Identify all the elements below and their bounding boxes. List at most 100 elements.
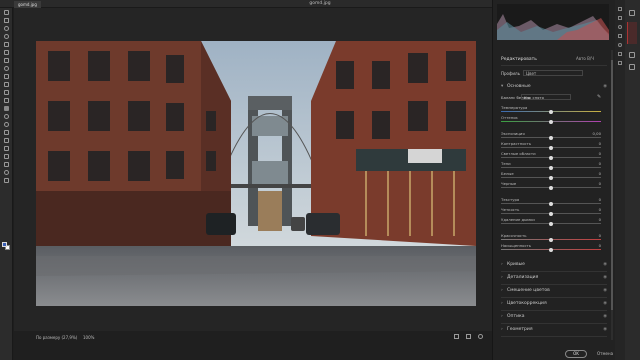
slider-row[interactable]: Красочность 0 bbox=[501, 233, 601, 243]
visibility-icon[interactable]: ◉ bbox=[603, 261, 607, 269]
layer-thumbnail[interactable] bbox=[627, 22, 637, 44]
ok-button[interactable]: OK bbox=[565, 350, 587, 358]
eyedropper-icon[interactable] bbox=[0, 56, 13, 64]
white-balance-select[interactable]: Как снято bbox=[521, 94, 571, 100]
blur-icon[interactable] bbox=[0, 112, 13, 120]
zoom-icon[interactable] bbox=[0, 168, 13, 176]
red-eye-icon[interactable] bbox=[615, 40, 625, 49]
slider-thumb[interactable] bbox=[549, 221, 553, 226]
lasso-icon[interactable] bbox=[0, 24, 13, 32]
type-icon[interactable] bbox=[0, 136, 13, 144]
slider-row[interactable]: Четкость 0 bbox=[501, 207, 601, 217]
foreground-color-swatch[interactable] bbox=[2, 242, 7, 247]
shape-icon[interactable] bbox=[0, 152, 13, 160]
slider-value[interactable]: 0 bbox=[599, 243, 601, 248]
visibility-icon[interactable]: ◉ bbox=[603, 83, 607, 91]
eyedropper-icon[interactable]: ✎ bbox=[597, 94, 601, 100]
gradient-icon[interactable] bbox=[0, 104, 13, 112]
marquee-icon[interactable] bbox=[0, 16, 13, 24]
before-after-icon[interactable] bbox=[466, 334, 471, 339]
mask-icon[interactable] bbox=[615, 31, 625, 40]
visibility-icon[interactable]: ◉ bbox=[603, 313, 607, 321]
slider-row[interactable]: Светлые области 0 bbox=[501, 151, 601, 161]
slider-thumb[interactable] bbox=[549, 119, 553, 124]
slider-thumb[interactable] bbox=[549, 185, 553, 190]
slider-row[interactable]: Белые 0 bbox=[501, 171, 601, 181]
quick-select-icon[interactable] bbox=[0, 32, 13, 40]
section-label: Цветокоррекция bbox=[507, 301, 547, 306]
edit-icon[interactable] bbox=[615, 4, 625, 13]
slider-row[interactable]: Контрастность 0 bbox=[501, 141, 601, 151]
frame-icon[interactable] bbox=[0, 48, 13, 56]
scrollbar-thumb[interactable] bbox=[611, 60, 613, 310]
pen-icon[interactable] bbox=[0, 128, 13, 136]
clone-stamp-icon[interactable] bbox=[0, 80, 13, 88]
visibility-icon[interactable]: ◉ bbox=[603, 287, 607, 295]
visibility-icon[interactable]: ◉ bbox=[603, 274, 607, 282]
slider-row[interactable]: Удаление дымки 0 bbox=[501, 217, 601, 227]
section-basic[interactable]: ▾ Основные ◉ bbox=[501, 83, 609, 91]
slider-row[interactable]: Насыщенность 0 bbox=[501, 243, 601, 253]
section-header[interactable]: › Детализация ◉ bbox=[501, 274, 609, 282]
slider-row[interactable]: Черные 0 bbox=[501, 181, 601, 191]
eraser-icon[interactable] bbox=[0, 96, 13, 104]
slider-thumb[interactable] bbox=[549, 175, 553, 180]
dodge-icon[interactable] bbox=[0, 120, 13, 128]
section-header[interactable]: › Оптика ◉ bbox=[501, 313, 609, 321]
slider-thumb[interactable] bbox=[549, 145, 553, 150]
spot-removal-icon[interactable] bbox=[615, 22, 625, 31]
panel-icon[interactable] bbox=[629, 52, 635, 58]
visibility-icon[interactable]: ◉ bbox=[603, 300, 607, 308]
healing-icon[interactable] bbox=[0, 64, 13, 72]
zoom-100-button[interactable]: 100% bbox=[83, 335, 94, 340]
slider-row[interactable]: Оттенок bbox=[501, 115, 601, 125]
move-icon[interactable] bbox=[0, 8, 13, 16]
slider-row[interactable]: Экспозиция 0,00 bbox=[501, 131, 601, 141]
slider-thumb[interactable] bbox=[549, 165, 553, 170]
slider-value[interactable]: 0 bbox=[599, 141, 601, 146]
slider-thumb[interactable] bbox=[549, 211, 553, 216]
crop-rotate-icon[interactable] bbox=[615, 13, 625, 22]
compare-view-icon[interactable] bbox=[454, 334, 459, 339]
path-select-icon[interactable] bbox=[0, 144, 13, 152]
slider-value[interactable]: 0 bbox=[599, 171, 601, 176]
slider-value[interactable]: 0 bbox=[599, 217, 601, 222]
cancel-button[interactable]: Отмена bbox=[597, 351, 613, 356]
preview-toggle-icon[interactable] bbox=[478, 334, 483, 339]
section-header[interactable]: › Цветокоррекция ◉ bbox=[501, 300, 609, 308]
slider-value[interactable]: 0 bbox=[599, 161, 601, 166]
crop-icon[interactable] bbox=[0, 40, 13, 48]
slider-value[interactable]: 0,00 bbox=[593, 131, 601, 136]
hand-icon[interactable] bbox=[0, 160, 13, 168]
section-header[interactable]: › Геометрия ◉ bbox=[501, 326, 609, 334]
slider-value[interactable]: 0 bbox=[599, 181, 601, 186]
brush-icon[interactable] bbox=[0, 72, 13, 80]
profile-select[interactable]: Цвет bbox=[523, 70, 583, 76]
slider-value[interactable]: 0 bbox=[599, 233, 601, 238]
zoom-fit-button[interactable]: По размеру (27,9%) bbox=[36, 335, 77, 340]
history-brush-icon[interactable] bbox=[0, 88, 13, 96]
slider-row[interactable]: Температура bbox=[501, 105, 601, 115]
slider-thumb[interactable] bbox=[549, 201, 553, 206]
slider-value[interactable]: 0 bbox=[599, 151, 601, 156]
panel-icon[interactable] bbox=[629, 64, 635, 70]
slider-row[interactable]: Тени 0 bbox=[501, 161, 601, 171]
canvas-area[interactable] bbox=[14, 8, 492, 331]
visibility-icon[interactable]: ◉ bbox=[603, 326, 607, 334]
auto-bw-buttons[interactable]: Авто B/Ч bbox=[576, 56, 594, 61]
more-options-icon[interactable] bbox=[615, 58, 625, 67]
section-header[interactable]: › Смешение цветов ◉ bbox=[501, 287, 609, 295]
slider-thumb[interactable] bbox=[549, 109, 553, 114]
slider-thumb[interactable] bbox=[549, 247, 553, 252]
slider-thumb[interactable] bbox=[549, 237, 553, 242]
more-icon[interactable] bbox=[0, 176, 13, 184]
panel-icon[interactable] bbox=[629, 10, 635, 16]
color-swatches[interactable] bbox=[2, 242, 10, 250]
slider-value[interactable]: 0 bbox=[599, 197, 601, 202]
slider-thumb[interactable] bbox=[549, 135, 553, 140]
section-header[interactable]: › Кривые ◉ bbox=[501, 261, 609, 269]
slider-thumb[interactable] bbox=[549, 155, 553, 160]
slider-row[interactable]: Текстура 0 bbox=[501, 197, 601, 207]
slider-value[interactable]: 0 bbox=[599, 207, 601, 212]
presets-icon[interactable] bbox=[615, 49, 625, 58]
